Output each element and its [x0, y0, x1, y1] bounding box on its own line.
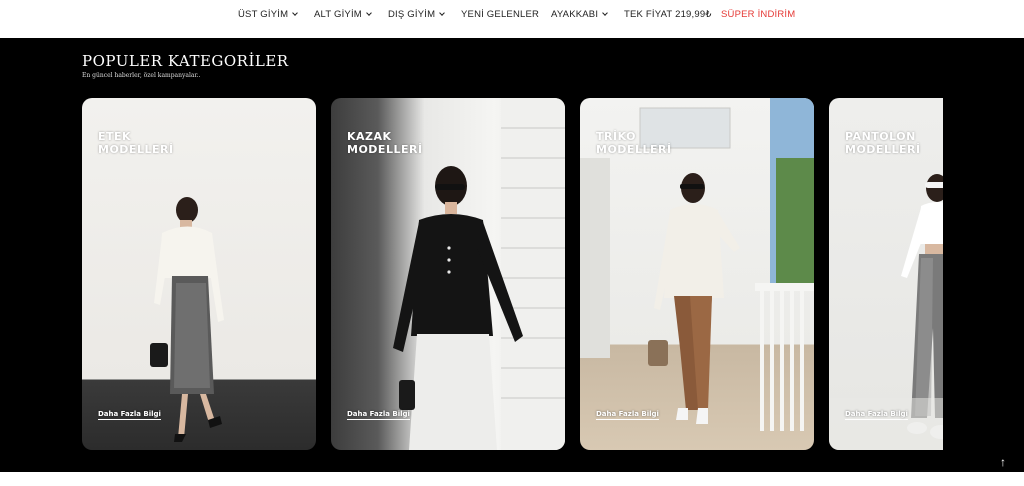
card-more-info-link[interactable]: Daha Fazla Bilgi: [845, 410, 908, 420]
card-more-info-link[interactable]: Daha Fazla Bilgi: [347, 410, 410, 420]
chevron-down-icon: [366, 10, 372, 16]
section-title: POPULER KATEGORİLER: [82, 52, 289, 70]
card-more-info-link[interactable]: Daha Fazla Bilgi: [596, 410, 659, 420]
nav-item-label: ALT GİYİM: [314, 9, 362, 20]
nav-item-label: SÜPER İNDİRİM: [721, 9, 796, 20]
category-card-etek[interactable]: ETEK MODELLERİ Daha Fazla Bilgi: [82, 98, 316, 450]
card-more-info-link[interactable]: Daha Fazla Bilgi: [98, 410, 161, 420]
card-title: PANTOLON MODELLERİ: [845, 130, 921, 156]
category-card-triko[interactable]: TRİKO MODELLERİ Daha Fazla Bilgi: [580, 98, 814, 450]
nav-item-dis-giyim[interactable]: DIŞ GİYİM: [388, 9, 446, 20]
chevron-down-icon: [439, 10, 446, 16]
nav-item-label: ÜST GİYİM: [238, 9, 289, 20]
nav-item-alt-giyim[interactable]: ALT GİYİM: [314, 9, 372, 20]
nav-item-label: YENİ GELENLER: [461, 9, 540, 20]
popular-categories-section: POPULER KATEGORİLER En güncel haberler, …: [0, 38, 1024, 472]
section-subtitle: En güncel haberler, özel kampanyalar..: [82, 72, 201, 79]
top-navigation: ÜST GİYİM ALT GİYİM DIŞ GİYİM YENİ GELEN…: [0, 0, 1024, 38]
nav-item-tek-fiyat[interactable]: TEK FİYAT 219,99₺: [624, 9, 712, 20]
card-title: ETEK MODELLERİ: [98, 130, 174, 156]
arrow-up-icon: ↑: [1000, 455, 1006, 469]
category-slider[interactable]: ETEK MODELLERİ Daha Fazla Bilgi KAZAK MO…: [82, 98, 943, 450]
card-title: KAZAK MODELLERİ: [347, 130, 423, 156]
back-to-top-button[interactable]: ↑: [992, 451, 1014, 473]
nav-item-ust-giyim[interactable]: ÜST GİYİM: [238, 9, 299, 20]
nav-item-ayakkabi[interactable]: AYAKKABI: [551, 9, 609, 20]
nav-item-label: DIŞ GİYİM: [388, 9, 436, 20]
nav-item-label: AYAKKABI: [551, 9, 599, 20]
card-title: TRİKO MODELLERİ: [596, 130, 672, 156]
category-card-pantolon[interactable]: PANTOLON MODELLERİ Daha Fazla Bilgi: [829, 98, 943, 450]
chevron-down-icon: [292, 10, 299, 16]
nav-item-yeni-gelenler[interactable]: YENİ GELENLER: [461, 9, 539, 20]
chevron-down-icon: [602, 10, 609, 16]
nav-item-label: TEK FİYAT 219,99₺: [624, 9, 712, 20]
category-card-kazak[interactable]: KAZAK MODELLERİ Daha Fazla Bilgi: [331, 98, 565, 450]
nav-item-super-indirim[interactable]: SÜPER İNDİRİM: [721, 9, 795, 20]
